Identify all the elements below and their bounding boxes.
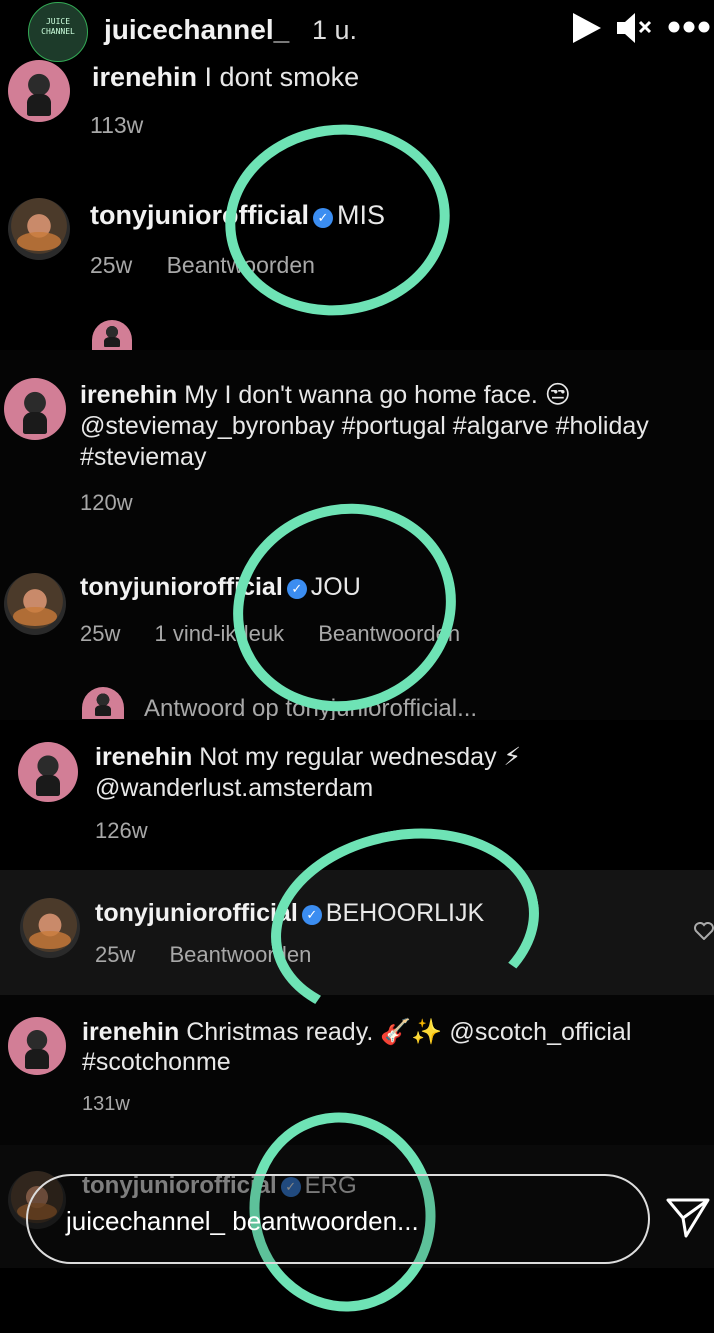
comment-age: 25w [95, 942, 136, 967]
avatar[interactable] [8, 198, 70, 260]
comment-text-line: #steviemay [80, 443, 207, 471]
comment-text-line: #scotchonme [82, 1048, 231, 1076]
comment-row: irenehin I dont smoke [92, 62, 359, 93]
comment-text-line: @wanderlust.amsterdam [95, 774, 374, 802]
story-username[interactable]: juicechannel_ [104, 14, 289, 46]
comment-username[interactable]: irenehin [95, 743, 192, 771]
avatar[interactable] [4, 573, 66, 635]
highlight-circle [212, 110, 463, 330]
comment-age: 120w [80, 490, 133, 515]
mute-icon[interactable] [617, 12, 653, 49]
avatar [82, 687, 124, 719]
comment-text-block: irenehin My I don't wanna go home face. … [80, 380, 649, 473]
story-time: 1 u. [312, 15, 358, 45]
reply-input[interactable]: juicechannel_ beantwoorden... [26, 1174, 650, 1264]
comment-age: 126w [95, 818, 148, 843]
comment-text: I dont smoke [204, 62, 360, 92]
comment-username[interactable]: tonyjuniorofficial [95, 899, 298, 927]
comment-age: 25w [80, 621, 121, 646]
heart-icon[interactable] [694, 922, 714, 945]
avatar[interactable] [18, 742, 78, 802]
comment-text-line: @steviemay_byronbay #portugal #algarve #… [80, 412, 649, 440]
comment-text-block: irenehin Not my regular wednesday ⚡ @wan… [95, 742, 521, 804]
send-icon[interactable] [666, 1196, 710, 1243]
comment-age: 25w [90, 252, 133, 278]
comment-age: 113w [90, 112, 144, 138]
comment-text-line: Christmas ready. 🎸✨ @scotch_official [186, 1018, 632, 1046]
avatar[interactable] [4, 378, 66, 440]
story-avatar-text: JUICE CHANNEL [41, 17, 75, 36]
avatar[interactable] [8, 60, 70, 122]
comment-username[interactable]: irenehin [82, 1018, 179, 1046]
comment-text-line: Not my regular wednesday ⚡ [199, 743, 522, 771]
play-icon[interactable] [571, 13, 601, 48]
comment-age: 131w [82, 1093, 130, 1115]
more-icon[interactable] [668, 20, 710, 39]
avatar[interactable] [8, 1017, 66, 1075]
avatar[interactable] [20, 898, 80, 958]
comment-text-block: irenehin Christmas ready. 🎸✨ @scotch_off… [82, 1017, 631, 1077]
avatar [92, 320, 132, 350]
comment-username[interactable]: irenehin [92, 62, 197, 92]
reply-input-placeholder: juicechannel_ beantwoorden... [66, 1206, 419, 1236]
comment-text-line: My I don't wanna go home face. 😒 [184, 381, 571, 409]
comment-username[interactable]: irenehin [80, 381, 177, 409]
story-avatar[interactable]: JUICE CHANNEL [28, 2, 88, 62]
